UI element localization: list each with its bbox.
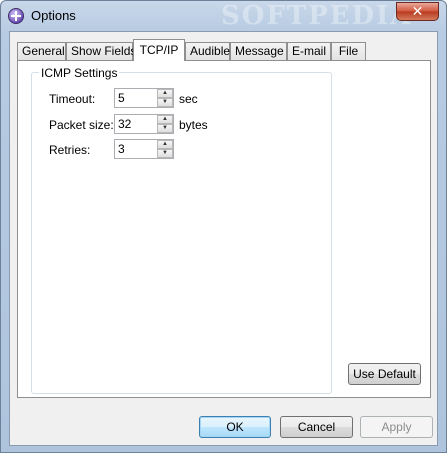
title-bar[interactable]: Options SOFTPEDIA ✕ <box>1 1 446 31</box>
tab-tcp-ip[interactable]: TCP/IP <box>133 39 185 61</box>
packet-size-input[interactable] <box>115 115 157 133</box>
icmp-settings-group: ICMP Settings Timeout: ▲ ▼ sec Packet si… <box>31 66 332 394</box>
timeout-spin-up[interactable]: ▲ <box>157 89 173 98</box>
cancel-button[interactable]: Cancel <box>280 416 353 438</box>
arrow-up-icon: ▲ <box>162 116 168 122</box>
timeout-input[interactable] <box>115 89 157 107</box>
arrow-up-icon: ▲ <box>162 141 168 147</box>
timeout-spinbox: ▲ ▼ <box>114 88 174 108</box>
tab-e-mail[interactable]: E-mail <box>287 42 331 61</box>
use-default-button[interactable]: Use Default <box>348 363 421 385</box>
close-icon: ✕ <box>411 3 424 19</box>
packet-size-spinbox: ▲ ▼ <box>114 114 174 134</box>
timeout-unit: sec <box>179 92 198 106</box>
retries-spin-down[interactable]: ▼ <box>157 149 173 158</box>
retries-spinbox: ▲ ▼ <box>114 139 174 159</box>
icmp-settings-label: ICMP Settings <box>39 66 120 80</box>
close-button[interactable]: ✕ <box>396 2 439 21</box>
retries-spin-up[interactable]: ▲ <box>157 140 173 149</box>
retries-label: Retries: <box>49 143 91 157</box>
dialog-client-area: General Show Fields TCP/IP Audible Messa… <box>9 31 438 446</box>
tab-audible[interactable]: Audible <box>185 42 230 61</box>
ok-button[interactable]: OK <box>199 416 271 438</box>
window-title: Options <box>31 8 76 23</box>
watermark: SOFTPEDIA <box>221 1 413 31</box>
tab-general[interactable]: General <box>17 42 66 61</box>
apply-button[interactable]: Apply <box>360 416 433 438</box>
packet-size-label: Packet size: <box>49 118 114 132</box>
options-window: Options SOFTPEDIA ✕ General Show Fields … <box>0 0 447 453</box>
packet-size-unit: bytes <box>179 118 208 132</box>
arrow-up-icon: ▲ <box>162 90 168 96</box>
tab-file[interactable]: File <box>331 42 366 61</box>
arrow-down-icon: ▼ <box>162 99 168 105</box>
packet-size-spin-up[interactable]: ▲ <box>157 115 173 124</box>
app-icon[interactable] <box>8 8 24 24</box>
timeout-label: Timeout: <box>49 92 96 106</box>
packet-size-spin-down[interactable]: ▼ <box>157 124 173 133</box>
arrow-down-icon: ▼ <box>162 125 168 131</box>
arrow-down-icon: ▼ <box>162 150 168 156</box>
tab-show-fields[interactable]: Show Fields <box>66 42 136 61</box>
retries-input[interactable] <box>115 140 157 158</box>
timeout-spin-down[interactable]: ▼ <box>157 98 173 107</box>
tcp-ip-tab-page: ICMP Settings Timeout: ▲ ▼ sec Packet si… <box>17 60 431 398</box>
tab-message[interactable]: Message <box>230 42 287 61</box>
